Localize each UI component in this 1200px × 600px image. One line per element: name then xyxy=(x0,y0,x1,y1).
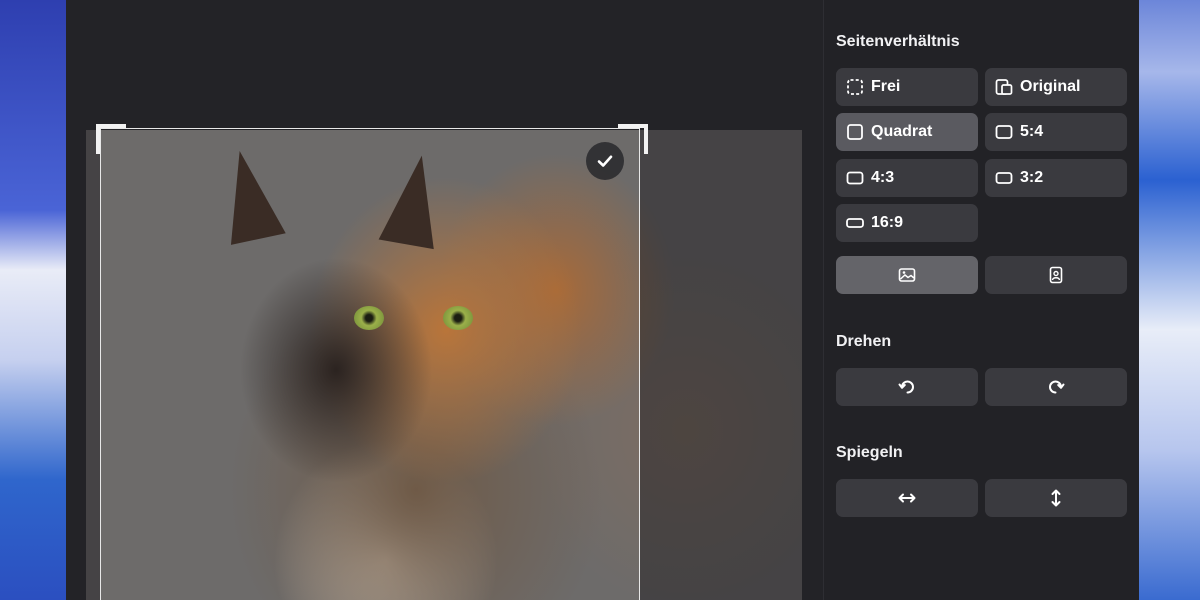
rotate-left-button[interactable] xyxy=(836,368,978,406)
square-icon xyxy=(846,123,864,141)
original-image-icon xyxy=(995,78,1013,96)
rectangle-icon xyxy=(995,123,1013,141)
portrait-icon xyxy=(1048,266,1064,284)
crop-handle-top-left[interactable] xyxy=(96,124,126,154)
ratio-4-3-label: 4:3 xyxy=(871,169,895,186)
ratio-16-9-label: 16:9 xyxy=(871,214,904,231)
ratio-original-button[interactable]: Original xyxy=(985,68,1127,106)
rotate-right-icon xyxy=(1047,378,1065,396)
ratio-16-9-button[interactable]: 16:9 xyxy=(836,204,978,242)
ratio-5-4-label: 5:4 xyxy=(1020,123,1044,140)
rotate-left-icon xyxy=(898,378,916,396)
rectangle-icon xyxy=(995,169,1013,187)
mirror-heading: Spiegeln xyxy=(836,444,903,461)
ratio-3-2-button[interactable]: 3:2 xyxy=(985,159,1127,197)
crop-editor-window: Seitenverhältnis Frei Original Quadrat 5… xyxy=(66,0,1139,600)
crop-handle-top-right[interactable] xyxy=(618,124,648,154)
flip-vertical-button[interactable] xyxy=(985,479,1127,517)
settings-panel: Seitenverhältnis Frei Original Quadrat 5… xyxy=(824,0,1139,600)
crop-canvas xyxy=(66,0,823,600)
orientation-landscape-button[interactable] xyxy=(836,256,978,294)
ratio-4-3-button[interactable]: 4:3 xyxy=(836,159,978,197)
ratio-free-label: Frei xyxy=(871,78,901,95)
aspect-ratio-heading: Seitenverhältnis xyxy=(836,33,960,50)
flip-horizontal-icon xyxy=(897,491,917,505)
ratio-free-button[interactable]: Frei xyxy=(836,68,978,106)
orientation-portrait-button[interactable] xyxy=(985,256,1127,294)
ratio-3-2-label: 3:2 xyxy=(1020,169,1044,186)
flip-vertical-icon xyxy=(1049,488,1063,508)
checkmark-icon xyxy=(596,152,614,170)
desktop-wallpaper-right xyxy=(1138,0,1200,600)
wide-rectangle-icon xyxy=(846,214,864,232)
crop-dim-overlay-right xyxy=(640,130,802,600)
flip-horizontal-button[interactable] xyxy=(836,479,978,517)
confirm-crop-button[interactable] xyxy=(586,142,624,180)
desktop-wallpaper-left xyxy=(0,0,66,600)
ratio-square-button[interactable]: Quadrat xyxy=(836,113,978,151)
crop-dim-overlay-left xyxy=(86,130,101,600)
dashed-square-icon xyxy=(846,78,864,96)
ratio-5-4-button[interactable]: 5:4 xyxy=(985,113,1127,151)
crop-frame[interactable] xyxy=(100,128,640,600)
rotate-heading: Drehen xyxy=(836,333,892,350)
landscape-icon xyxy=(898,267,916,283)
ratio-square-label: Quadrat xyxy=(871,123,933,140)
ratio-original-label: Original xyxy=(1020,78,1081,95)
rotate-right-button[interactable] xyxy=(985,368,1127,406)
rectangle-icon xyxy=(846,169,864,187)
